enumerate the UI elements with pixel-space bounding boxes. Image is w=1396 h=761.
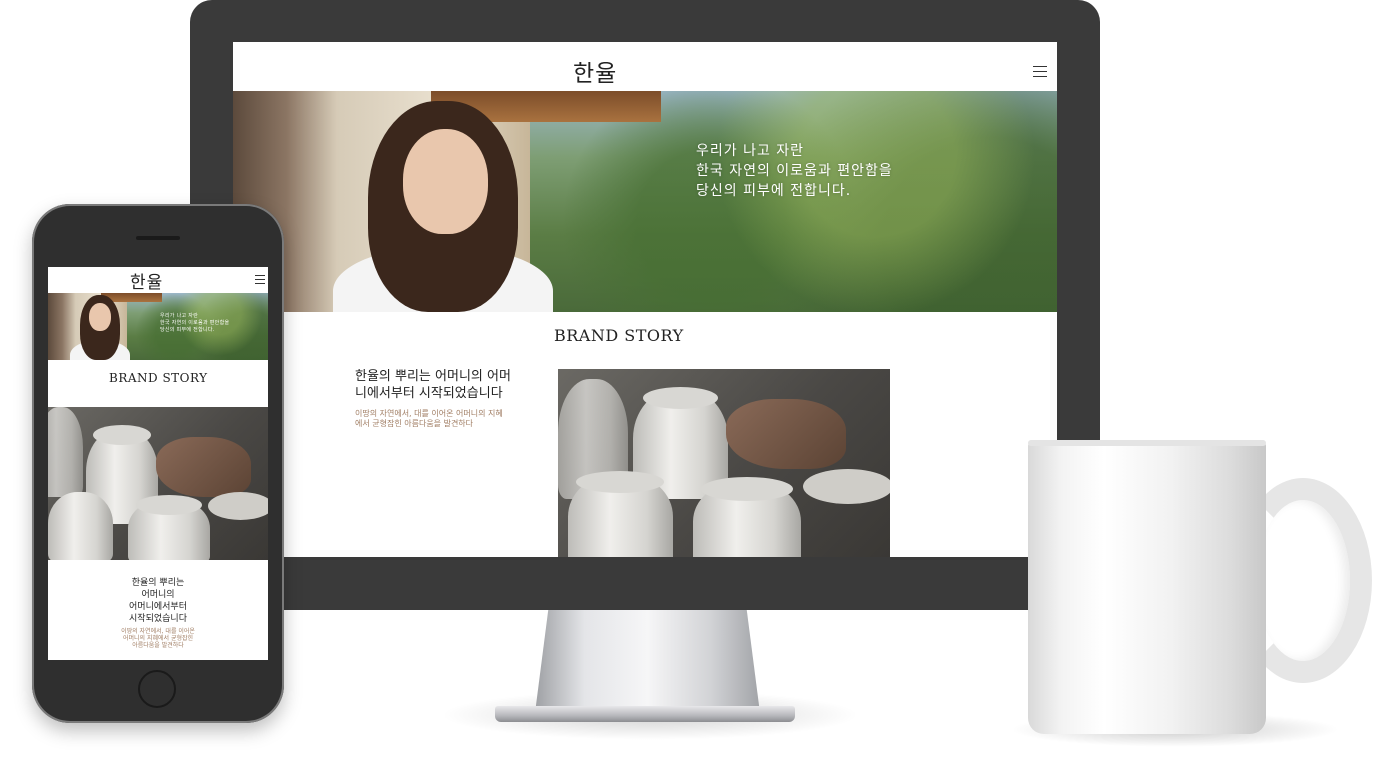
- desktop-screen: 한율 우리가 나고 자란 한국 자연의 이로움과 편안함을 당신의 피부에 전합…: [233, 42, 1057, 557]
- story-desc-line: 에서 균형잡힌 아름다움을 발견하다: [355, 419, 474, 428]
- story-jar-photo: [558, 369, 890, 557]
- hero-copy-line: 당신의 피부에 전합니다.: [160, 327, 215, 333]
- story-heading-line: 한율의 뿌리는: [131, 578, 185, 588]
- hero-copy-line: 당신의 피부에 전합니다.: [696, 183, 852, 199]
- story-heading-line: 어머니의: [141, 590, 175, 600]
- coffee-mug: [1028, 442, 1266, 734]
- hero-model-photo: [293, 101, 553, 312]
- hamburger-menu-icon[interactable]: [1033, 66, 1047, 81]
- story-heading-line: 니에서부터 시작되었습니다: [355, 386, 503, 401]
- hero-copy-line: 우리가 나고 자란: [160, 313, 199, 319]
- story-desc-line: 이땅의 자연에서, 대를 이어온 어머니의 지혜: [355, 409, 503, 418]
- section-title: BRAND STORY: [554, 326, 684, 345]
- story-description: 이땅의 자연에서, 대를 이어온 어머니의 지혜에서 균형잡힌 아름다움을 발견…: [103, 628, 213, 649]
- section-title: BRAND STORY: [109, 371, 208, 385]
- hero-copy: 우리가 나고 자란 한국 자연의 이로움과 편안함을 당신의 피부에 전합니다.: [696, 141, 893, 201]
- monitor-stand: [535, 608, 760, 713]
- story-heading-line: 시작되었습니다: [129, 614, 187, 624]
- hero-banner: 우리가 나고 자란 한국 자연의 이로움과 편안함을 당신의 피부에 전합니다.: [48, 293, 268, 360]
- hero-banner: 우리가 나고 자란 한국 자연의 이로움과 편안함을 당신의 피부에 전합니다.: [233, 91, 1057, 312]
- hero-model-photo: [60, 295, 135, 360]
- story-description: 이땅의 자연에서, 대를 이어온 어머니의 지혜 에서 균형잡힌 아름다움을 발…: [355, 409, 530, 429]
- phone-speaker: [136, 236, 180, 240]
- story-jar-photo: [48, 407, 268, 560]
- hero-copy-line: 한국 자연의 이로움과 편안함을: [696, 163, 893, 179]
- story-heading-line: 한율의 뿌리는 어머니의 어머: [355, 369, 511, 384]
- phone-home-button[interactable]: [138, 670, 176, 708]
- monitor-base: [495, 706, 795, 722]
- brand-logo[interactable]: 한율: [573, 54, 617, 88]
- story-heading: 한율의 뿌리는 어머니의 어머니에서부터 시작되었습니다: [48, 577, 268, 625]
- desktop-header: 한율: [233, 42, 1057, 91]
- phone-screen: 한율 우리가 나고 자란 한국 자연의 이로움과 편안함을 당신의 피부에 전합…: [48, 267, 268, 660]
- story-desc-line: 어머니의 지혜에서 균형잡힌: [122, 635, 194, 642]
- story-desc-line: 아름다움을 발견하다: [132, 642, 184, 649]
- story-heading-line: 어머니에서부터: [129, 602, 187, 612]
- brand-logo[interactable]: 한율: [130, 268, 163, 293]
- mug-rim: [1028, 440, 1266, 446]
- hero-copy: 우리가 나고 자란 한국 자연의 이로움과 편안함을 당신의 피부에 전합니다.: [160, 313, 229, 334]
- story-heading: 한율의 뿌리는 어머니의 어머 니에서부터 시작되었습니다: [355, 368, 535, 402]
- hero-copy-line: 한국 자연의 이로움과 편안함을: [160, 320, 230, 326]
- hero-copy-line: 우리가 나고 자란: [696, 143, 805, 159]
- hamburger-menu-icon[interactable]: [255, 275, 265, 287]
- story-desc-line: 이땅의 자연에서, 대를 이어온: [121, 628, 195, 635]
